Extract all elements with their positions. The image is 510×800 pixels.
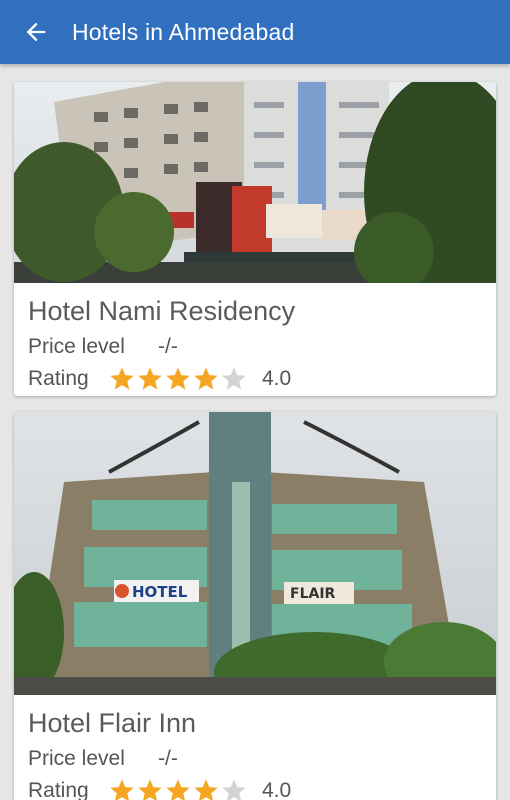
hotel-card[interactable]: HOTEL FLAIR Hotel Flair Inn Price level … (14, 412, 496, 800)
price-level-value: -/- (158, 747, 178, 770)
rating-row: Rating 4.0 (28, 363, 482, 395)
star-filled-icon (110, 779, 134, 800)
rating-row: Rating 4.0 (28, 775, 482, 800)
rating-stars (108, 365, 248, 393)
price-level-row: Price level -/- (28, 331, 482, 363)
star-filled-icon (138, 367, 162, 390)
hotel-name: Hotel Flair Inn (28, 708, 197, 738)
star-filled-icon (194, 367, 218, 390)
rating-stars (108, 777, 248, 800)
hotel-name: Hotel Nami Residency (28, 296, 296, 326)
arrow-left-icon (26, 22, 46, 42)
hotel-photo (14, 82, 496, 283)
rating-value: 4.0 (262, 367, 292, 390)
svg-text:FLAIR: FLAIR (290, 586, 336, 602)
app-bar: Hotels in Ahmedabad (0, 0, 510, 64)
star-filled-icon (138, 779, 162, 800)
rating-label: Rating (28, 779, 89, 800)
page-title: Hotels in Ahmedabad (72, 18, 295, 45)
star-filled-icon (194, 779, 218, 800)
hotel-card[interactable]: Hotel Nami Residency Price level -/- Rat… (14, 82, 496, 396)
star-filled-icon (166, 779, 190, 800)
price-level-row: Price level -/- (28, 743, 482, 775)
rating-value: 4.0 (262, 779, 292, 800)
back-button[interactable] (0, 0, 72, 64)
star-empty-icon (222, 779, 246, 800)
hotel-photo: HOTEL FLAIR (14, 412, 496, 695)
price-level-label: Price level (28, 335, 125, 358)
star-filled-icon (110, 367, 134, 390)
star-filled-icon (166, 367, 190, 390)
rating-label: Rating (28, 367, 89, 390)
price-level-label: Price level (28, 747, 125, 770)
star-empty-icon (222, 367, 246, 390)
price-level-value: -/- (158, 335, 178, 358)
hotel-list[interactable]: Hotel Nami Residency Price level -/- Rat… (0, 64, 510, 800)
svg-text:HOTEL: HOTEL (132, 583, 188, 601)
